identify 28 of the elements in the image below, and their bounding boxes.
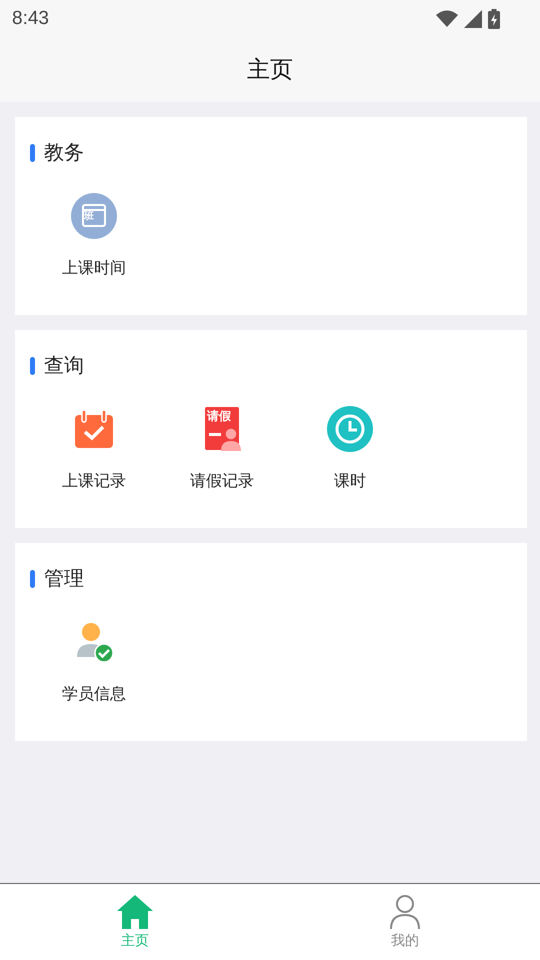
wifi-icon (436, 10, 458, 27)
signal-icon (464, 10, 482, 28)
menu-item[interactable]: 请假 请假记录 (158, 406, 286, 492)
person-icon (388, 894, 422, 930)
accent-bar (30, 144, 35, 162)
icon-text: 请假 (207, 410, 231, 422)
icon-text: 班 (84, 212, 94, 222)
item-label: 上课记录 (62, 471, 126, 492)
item-label: 请假记录 (190, 471, 254, 492)
battery-icon (488, 8, 500, 28)
section-title: 查询 (44, 352, 84, 379)
item-label: 学员信息 (62, 684, 126, 705)
section-title: 管理 (44, 565, 84, 592)
tab[interactable]: 我的 (270, 884, 540, 960)
item-label: 课时 (334, 471, 366, 492)
clock-icon (327, 406, 373, 452)
section-title: 教务 (44, 139, 84, 166)
menu-item[interactable]: 上课记录 (30, 406, 158, 492)
item-label: 上课时间 (62, 258, 126, 279)
home-icon (116, 894, 154, 930)
calendar-person-icon (71, 193, 117, 239)
menu-item[interactable]: 课时 (286, 406, 414, 492)
menu-item[interactable]: 学员信息 (30, 619, 158, 705)
status-time: 8:43 (12, 8, 49, 30)
menu-item[interactable]: 班 上课时间 (30, 193, 158, 279)
accent-bar (30, 570, 35, 588)
accent-bar (30, 356, 35, 374)
page-title: 主页 (247, 56, 293, 85)
